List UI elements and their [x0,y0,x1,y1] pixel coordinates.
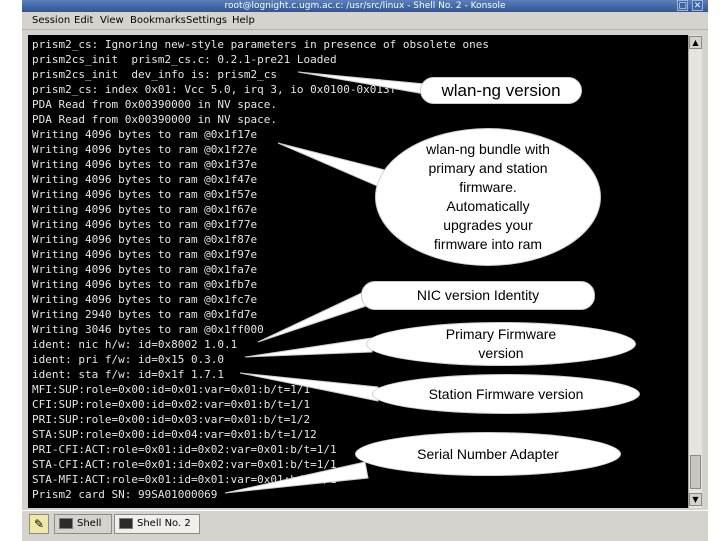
callout-serial-number: Serial Number Adapter [355,432,621,476]
callout-nic-version: NIC version Identity [361,281,595,310]
leader-serial [224,461,369,494]
callout-wlan-ng-bundle: wlan-ng bundle with primary and station … [375,128,601,266]
callout-wlan-ng-version: wlan-ng version [420,77,582,104]
callout-station-firmware: Station Firmware version [372,374,640,414]
leader-nic [257,289,373,343]
leader-station [239,372,379,402]
leader-primary [244,337,373,358]
leader-bundle [277,142,386,189]
leader-version [297,71,426,95]
callout-primary-firmware: Primary Firmware version [366,322,636,366]
